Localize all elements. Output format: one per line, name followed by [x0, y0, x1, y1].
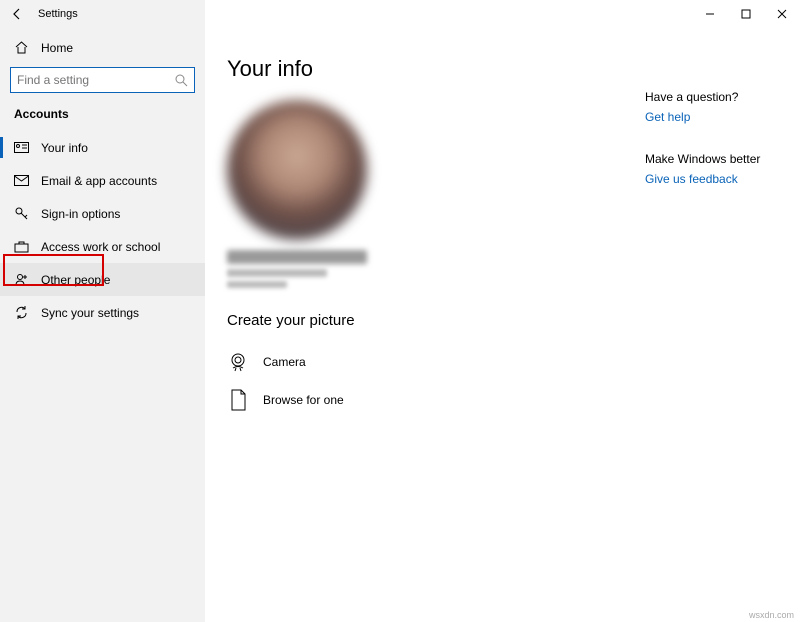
feedback-heading: Make Windows better: [645, 152, 782, 166]
sidebar-item-label: Sync your settings: [41, 306, 139, 320]
file-icon: [227, 389, 249, 411]
option-camera[interactable]: Camera: [227, 343, 645, 381]
user-email-blurred: [227, 269, 327, 277]
close-button[interactable]: [764, 0, 800, 28]
user-role-blurred: [227, 281, 287, 288]
watermark: wsxdn.com: [749, 610, 794, 620]
option-label: Browse for one: [263, 393, 344, 407]
feedback-link[interactable]: Give us feedback: [645, 172, 782, 186]
sidebar-item-email[interactable]: Email & app accounts: [0, 164, 205, 197]
user-name-blurred: [227, 250, 367, 264]
page-title: Your info: [227, 56, 645, 82]
option-browse[interactable]: Browse for one: [227, 381, 645, 419]
mail-icon: [14, 173, 29, 188]
titlebar: Settings: [0, 0, 800, 28]
sidebar-item-your-info[interactable]: Your info: [0, 131, 205, 164]
sidebar: Home Accounts Your info: [0, 28, 205, 622]
sidebar-item-signin[interactable]: Sign-in options: [0, 197, 205, 230]
question-heading: Have a question?: [645, 90, 782, 104]
back-icon[interactable]: [10, 7, 24, 21]
create-picture-heading: Create your picture: [227, 312, 645, 329]
maximize-button[interactable]: [728, 0, 764, 28]
home-icon: [14, 40, 29, 55]
search-input[interactable]: [10, 67, 195, 93]
sidebar-item-sync[interactable]: Sync your settings: [0, 296, 205, 329]
main-content: Your info Create your picture Camera: [227, 56, 645, 622]
people-icon: [14, 272, 29, 287]
sidebar-item-label: Sign-in options: [41, 207, 120, 221]
key-icon: [14, 206, 29, 221]
window-title: Settings: [38, 8, 78, 20]
search-field[interactable]: [17, 73, 175, 87]
home-button[interactable]: Home: [0, 32, 205, 63]
sidebar-item-other-people[interactable]: Other people: [0, 263, 205, 296]
camera-icon: [227, 351, 249, 373]
sidebar-item-work[interactable]: Access work or school: [0, 230, 205, 263]
sync-icon: [14, 305, 29, 320]
get-help-link[interactable]: Get help: [645, 110, 782, 124]
option-label: Camera: [263, 355, 306, 369]
briefcase-icon: [14, 239, 29, 254]
sidebar-item-label: Email & app accounts: [41, 174, 157, 188]
aside: Have a question? Get help Make Windows b…: [645, 56, 800, 622]
sidebar-item-label: Other people: [41, 273, 110, 287]
category-label: Accounts: [0, 103, 205, 131]
person-card-icon: [14, 140, 29, 155]
minimize-button[interactable]: [692, 0, 728, 28]
search-icon: [175, 74, 188, 87]
sidebar-item-label: Your info: [41, 141, 88, 155]
avatar: [227, 100, 367, 240]
sidebar-item-label: Access work or school: [41, 240, 160, 254]
home-label: Home: [41, 41, 73, 55]
